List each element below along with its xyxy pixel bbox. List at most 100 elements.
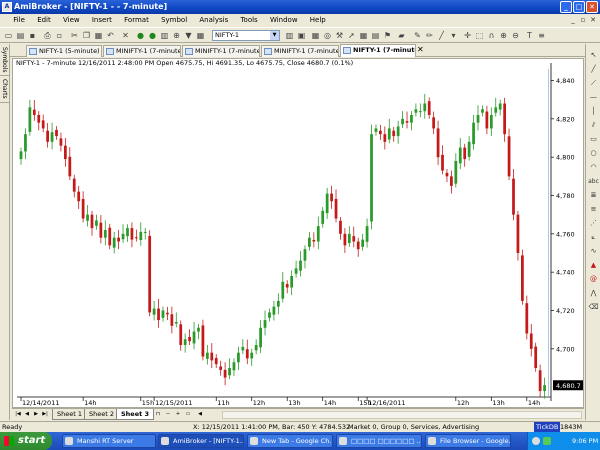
menu-symbol[interactable]: Symbol [156, 14, 192, 27]
tab-minifty-7min-3[interactable]: MINIFTY-1 (7-minute) [261, 45, 339, 57]
task-manshi[interactable]: Manshi RT Server [62, 434, 156, 448]
task-chrome-2[interactable]: □□□□ □□□□□□ ... [336, 434, 422, 448]
tab-nifty-5min[interactable]: NIFTY-1 (5-minute) [26, 45, 102, 57]
start-button[interactable]: start [0, 432, 52, 450]
color-icon[interactable]: ▰ [396, 30, 407, 41]
sheet-tab-2[interactable]: Sheet 2 [84, 409, 119, 420]
grid-icon[interactable]: ▦ [358, 30, 369, 41]
print-icon[interactable]: ⎙ [42, 30, 53, 41]
menu-edit[interactable]: Edit [32, 14, 56, 27]
layout-icon[interactable]: ▦ [195, 30, 206, 41]
symbol-select[interactable]: NIFTY-1 ▼ [212, 30, 280, 41]
rect-icon[interactable]: ▭ [588, 134, 599, 145]
scroll-left-icon[interactable]: ◀ [196, 410, 204, 419]
candlestick-chart[interactable]: 4,700 4,720 4,740 4,760 4,780 4,800 4,820 4,840… [13, 59, 583, 407]
pen-icon[interactable]: ✎ [412, 30, 423, 41]
tab-nifty-7min[interactable]: NIFTY-1 (7-minute) [340, 44, 416, 57]
close-tab-icon[interactable]: ✕ [417, 45, 424, 54]
task-file-browser[interactable]: File Browser - Google... [425, 434, 511, 448]
mdi-close-button[interactable]: ✕ [588, 15, 598, 25]
chart-icon[interactable]: ▥ [284, 30, 295, 41]
range-icon[interactable]: ▭ [184, 410, 192, 419]
arc-icon[interactable]: ◠ [588, 162, 599, 173]
tab-charts[interactable]: Charts [0, 76, 9, 104]
menu-file[interactable]: File [8, 14, 30, 27]
fan-icon[interactable]: ⋰ [588, 218, 599, 229]
new-icon[interactable]: ▭ [3, 30, 14, 41]
forward-icon[interactable]: ● [147, 30, 158, 41]
maximize-button[interactable]: □ [573, 1, 585, 13]
tab-minifty-7min-2[interactable]: MINIFTY-1 (7-minute) [182, 45, 260, 57]
prev-sheet-icon[interactable]: ◀ [23, 410, 31, 419]
gann-icon[interactable]: ⟀ [588, 232, 599, 243]
cycle-icon[interactable]: ∿ [588, 246, 599, 257]
vline-icon[interactable]: │ [588, 106, 599, 117]
zoom-out-icon[interactable]: ⊖ [510, 30, 521, 41]
tab-symbols[interactable]: Symbols [0, 44, 9, 77]
back-icon[interactable]: ● [135, 30, 146, 41]
save-icon[interactable]: ▪ [27, 30, 38, 41]
fib-ext-icon[interactable]: ≡ [588, 204, 599, 215]
bars-icon[interactable]: ▥ [159, 30, 170, 41]
sheet-tab-1[interactable]: Sheet 1 [52, 409, 87, 420]
sheet-icon[interactable]: ▤ [370, 30, 381, 41]
spiral-icon[interactable]: @ [588, 274, 599, 285]
mdi-restore-button[interactable]: ▫ [578, 15, 588, 25]
copy-icon[interactable]: ❐ [81, 30, 92, 41]
dropdown-icon[interactable]: ▾ [448, 30, 459, 41]
menu-format[interactable]: Format [119, 14, 154, 27]
lock-icon[interactable]: ⊓ [154, 410, 162, 419]
ray-icon[interactable]: ⟋ [588, 78, 599, 89]
magnet-icon[interactable]: ∩ [486, 30, 497, 41]
close-button[interactable]: ✕ [586, 1, 598, 13]
zoom-minus-icon[interactable]: − [164, 410, 172, 419]
menu-view[interactable]: View [58, 14, 85, 27]
channel-icon[interactable]: ⫽ [588, 120, 599, 131]
zoom-in-icon[interactable]: ⊕ [498, 30, 509, 41]
crosshair-icon[interactable]: ✛ [462, 30, 473, 41]
fib-retrace-icon[interactable]: ≣ [588, 190, 599, 201]
flag-icon[interactable]: ⚑ [382, 30, 393, 41]
tab-minifty-7min-1[interactable]: MINIFTY-1 (7-minute) [103, 45, 181, 57]
fib-icon[interactable]: ≡ [536, 30, 547, 41]
explore-icon[interactable]: ◎ [322, 30, 333, 41]
sheet-tab-3[interactable]: Sheet 3 [116, 409, 155, 420]
trendline-icon[interactable]: ╱ [588, 64, 599, 75]
hammer-icon[interactable]: ⚒ [334, 30, 345, 41]
filter-icon[interactable]: ▼ [183, 30, 194, 41]
zoom-icon[interactable]: ⊕ [171, 30, 182, 41]
open-icon[interactable]: ▤ [15, 30, 26, 41]
chevron-down-icon[interactable]: ▼ [270, 31, 279, 40]
select-icon[interactable]: ⬚ [474, 30, 485, 41]
price-chart[interactable]: NIFTY-1 - 7-minute 12/16/2011 2:48:00 PM… [12, 58, 584, 408]
paste-icon[interactable]: ▦ [93, 30, 104, 41]
menu-insert[interactable]: Insert [87, 14, 117, 27]
pointer-icon[interactable]: ↖ [588, 50, 599, 61]
minimize-button[interactable]: _ [560, 1, 572, 13]
tray-icon[interactable] [543, 437, 551, 445]
task-chrome-newtab[interactable]: New Tab - Google Ch... [247, 434, 333, 448]
menu-tools[interactable]: Tools [235, 14, 262, 27]
undo-icon[interactable]: ↶ [105, 30, 116, 41]
line-icon[interactable]: ╱ [436, 30, 447, 41]
last-sheet-icon[interactable]: ▶| [41, 410, 49, 419]
first-sheet-icon[interactable]: |◀ [14, 410, 22, 419]
mdi-minimize-button[interactable]: _ [568, 15, 578, 25]
hline-icon[interactable]: — [588, 92, 599, 103]
cut-icon[interactable]: ✂ [69, 30, 80, 41]
pencil-icon[interactable]: ✏ [424, 30, 435, 41]
arrow-up-icon[interactable]: ▲ [588, 260, 599, 271]
zoom-plus-icon[interactable]: + [174, 410, 182, 419]
next-sheet-icon[interactable]: ▶ [32, 410, 40, 419]
zigzag-icon[interactable]: ⋀ [588, 288, 599, 299]
scan-icon[interactable]: ▦ [310, 30, 321, 41]
menu-analysis[interactable]: Analysis [194, 14, 233, 27]
menu-window[interactable]: Window [265, 14, 303, 27]
eraser-icon[interactable]: ⌫ [588, 302, 599, 313]
menu-help[interactable]: Help [305, 14, 331, 27]
tray-icon[interactable] [532, 437, 540, 445]
task-amibroker[interactable]: AmiBroker - [NIFTY-1... [158, 434, 244, 448]
circle-icon[interactable]: ○ [588, 148, 599, 159]
text-tool-icon[interactable]: abc [588, 176, 599, 187]
preview-icon[interactable]: ▫ [54, 30, 65, 41]
